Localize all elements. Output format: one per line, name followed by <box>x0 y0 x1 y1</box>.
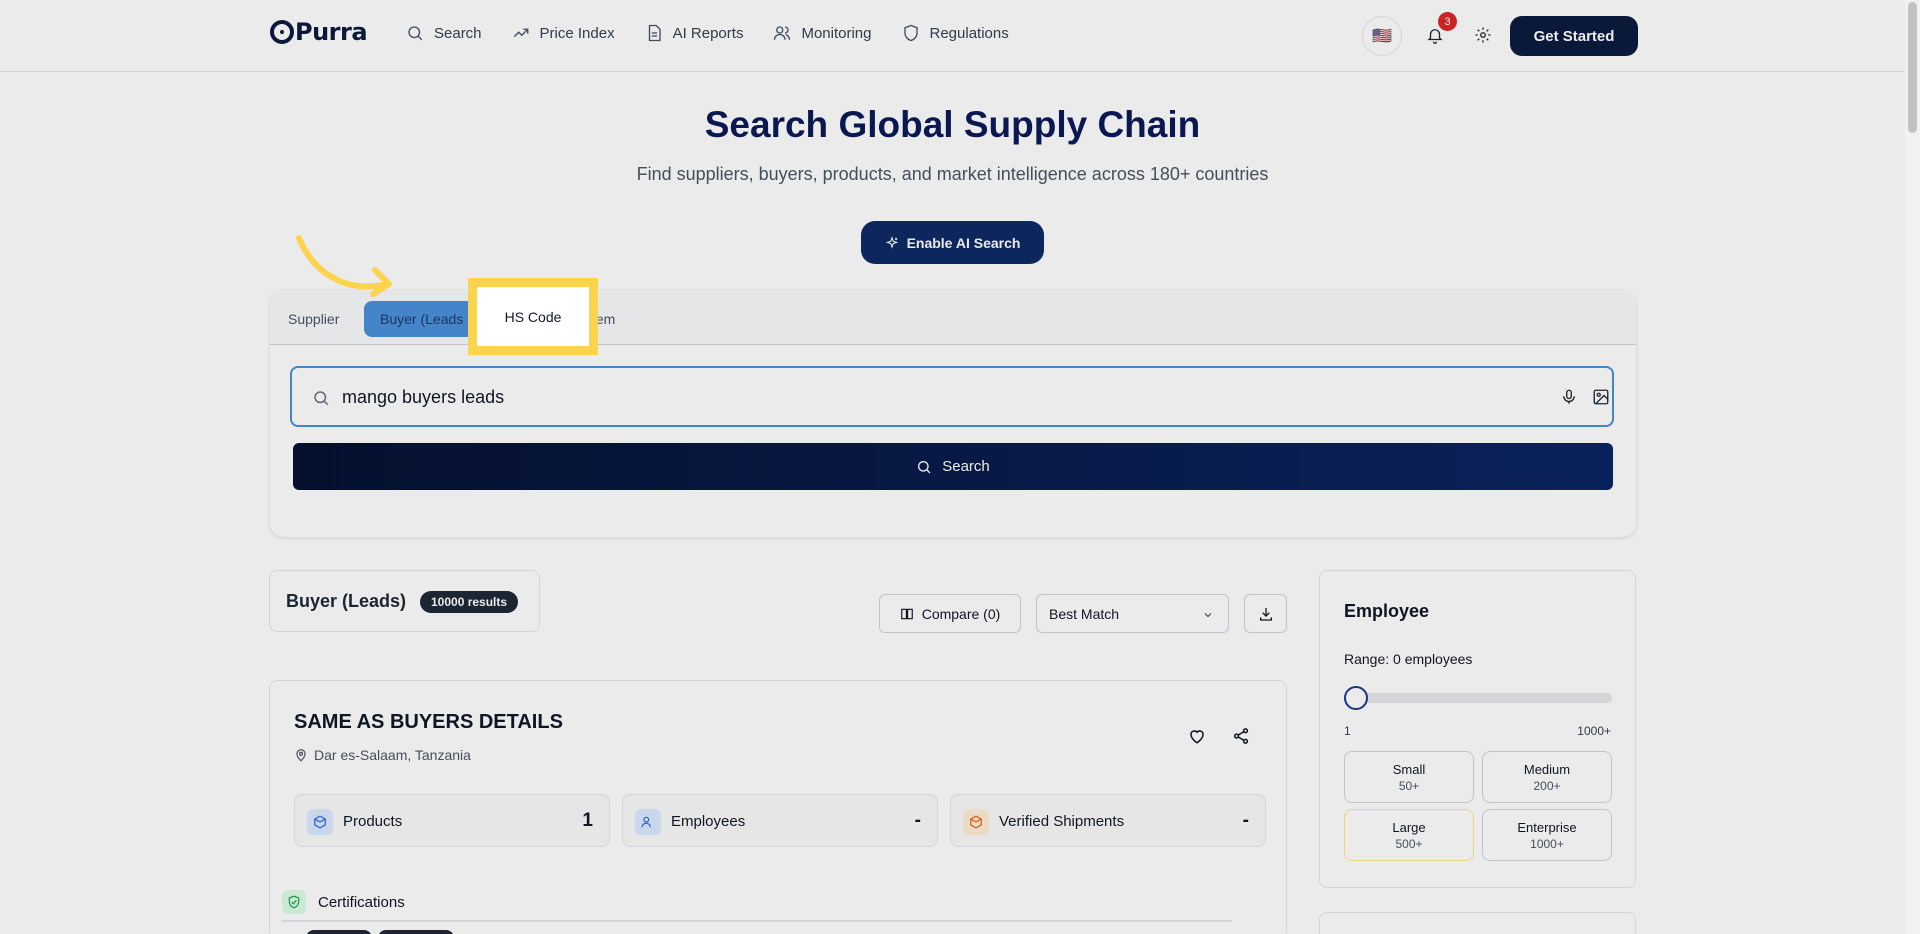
certification-chip <box>378 930 454 934</box>
size-count: 500+ <box>1395 837 1423 851</box>
tab-supplier[interactable]: Supplier <box>272 301 355 337</box>
shield-check-icon <box>282 890 306 914</box>
sparkles-icon <box>885 235 898 249</box>
main-nav: Search Price Index AI Reports Monitoring… <box>406 24 1009 42</box>
stat-value: - <box>914 810 921 831</box>
box-icon <box>307 809 333 835</box>
search-input[interactable] <box>342 381 1442 413</box>
nav-monitoring[interactable]: Monitoring <box>773 24 872 42</box>
nav-search-label: Search <box>434 24 482 42</box>
heart-icon[interactable] <box>1188 727 1206 745</box>
stat-verified-shipments: Verified Shipments - <box>950 794 1266 847</box>
results-title: Buyer (Leads) <box>286 591 407 611</box>
certifications-label: Certifications <box>318 894 405 911</box>
download-icon <box>1259 607 1272 621</box>
stat-value: - <box>1242 810 1249 831</box>
size-count: 50+ <box>1398 779 1420 793</box>
page-scrollbar[interactable] <box>1905 0 1920 934</box>
size-label: Medium <box>1523 762 1571 777</box>
logo-text: Purra <box>295 18 368 46</box>
download-button[interactable] <box>1244 594 1287 633</box>
sort-select[interactable]: Best Match <box>1036 594 1229 633</box>
results-count-badge: 10000 results <box>420 591 519 613</box>
compare-icon <box>900 608 913 619</box>
stat-products: Products 1 <box>294 794 610 847</box>
employee-range-label: Range: 0 employees <box>1344 651 1473 667</box>
size-count: 1000+ <box>1530 837 1564 851</box>
search-icon <box>408 26 423 41</box>
size-count: 200+ <box>1533 779 1561 793</box>
nav-ai-reports-label: AI Reports <box>672 24 744 42</box>
tab-hs-code[interactable]: HS Code <box>468 278 598 355</box>
nav-regulations[interactable]: Regulations <box>902 24 1009 42</box>
result-card[interactable]: SAME AS BUYERS DETAILS Dar es-Salaam, Ta… <box>269 680 1287 934</box>
search-button[interactable]: Search <box>293 443 1613 490</box>
company-location: Dar es-Salaam, Tanzania <box>294 747 471 763</box>
gear-icon <box>1475 27 1491 43</box>
location-text: Dar es-Salaam, Tanzania <box>314 747 471 763</box>
map-pin-icon <box>296 749 306 762</box>
nav-search[interactable]: Search <box>406 24 482 42</box>
stat-label: Verified Shipments <box>999 813 1125 830</box>
range-max-label: 1000+ <box>1577 724 1611 738</box>
compare-label: Compare (0) <box>921 605 1001 622</box>
size-label: Enterprise <box>1517 820 1577 835</box>
share-icon[interactable] <box>1232 727 1250 745</box>
search-icon <box>918 460 931 473</box>
stat-value: 1 <box>582 810 593 831</box>
microphone-icon[interactable] <box>1560 388 1578 406</box>
search-button-label: Search <box>942 458 990 475</box>
size-small-button[interactable]: Small 50+ <box>1344 751 1474 803</box>
us-flag-icon: 🇺🇸 <box>1372 28 1392 45</box>
chevron-down-icon <box>1204 613 1212 618</box>
search-icon <box>314 391 329 406</box>
get-started-button[interactable]: Get Started <box>1510 16 1638 56</box>
tutorial-arrow-icon <box>296 235 392 297</box>
users-icon <box>774 26 791 40</box>
range-min-label: 1 <box>1344 724 1351 738</box>
size-label: Large <box>1392 820 1426 835</box>
results-header: Buyer (Leads) 10000 results <box>269 570 540 632</box>
language-flag-button[interactable]: 🇺🇸 <box>1362 16 1402 56</box>
logo-mark-icon <box>270 20 294 44</box>
employee-filter-panel: Employee Range: 0 employees 1 1000+ Smal… <box>1319 570 1636 888</box>
stat-employees: Employees - <box>622 794 938 847</box>
nav-regulations-label: Regulations <box>929 24 1009 42</box>
employee-range-track[interactable] <box>1344 693 1612 703</box>
notification-count-badge: 3 <box>1438 12 1457 31</box>
search-field[interactable] <box>290 366 1614 427</box>
page-subtitle: Find suppliers, buyers, products, and ma… <box>636 164 1269 184</box>
scrollbar-thumb[interactable] <box>1908 2 1917 133</box>
next-filter-panel <box>1319 912 1636 934</box>
logo[interactable]: Purra <box>270 18 368 46</box>
nav-ai-reports[interactable]: AI Reports <box>645 24 744 42</box>
page-title: Search Global Supply Chain <box>704 104 1201 145</box>
sort-value: Best Match <box>1049 605 1120 622</box>
nav-monitoring-label: Monitoring <box>801 24 872 42</box>
employee-range-slider-handle[interactable] <box>1344 686 1368 710</box>
document-icon <box>648 24 661 42</box>
enable-ai-search-button[interactable]: Enable AI Search <box>861 221 1044 264</box>
nav-price-index[interactable]: Price Index <box>512 24 615 42</box>
certifications-section: Certifications <box>282 886 1232 922</box>
size-medium-button[interactable]: Medium 200+ <box>1482 751 1612 803</box>
users-icon <box>635 809 661 835</box>
trending-up-icon <box>513 28 528 38</box>
nav-price-index-label: Price Index <box>539 24 615 42</box>
settings-button[interactable] <box>1468 20 1498 50</box>
compare-button[interactable]: Compare (0) <box>879 594 1021 633</box>
enable-ai-search-label: Enable AI Search <box>906 234 1021 251</box>
stat-label: Products <box>343 813 403 830</box>
size-large-button[interactable]: Large 500+ <box>1344 809 1474 861</box>
image-search-icon[interactable] <box>1592 388 1610 406</box>
company-name[interactable]: SAME AS BUYERS DETAILS <box>294 711 563 734</box>
employee-filter-title: Employee <box>1344 601 1430 621</box>
size-enterprise-button[interactable]: Enterprise 1000+ <box>1482 809 1612 861</box>
top-header: Purra Search Price Index AI Reports Moni… <box>0 0 1920 72</box>
size-label: Small <box>1392 762 1426 777</box>
shield-icon <box>903 24 918 42</box>
package-icon <box>963 809 989 835</box>
stat-label: Employees <box>671 813 746 830</box>
certification-chip <box>306 930 372 934</box>
